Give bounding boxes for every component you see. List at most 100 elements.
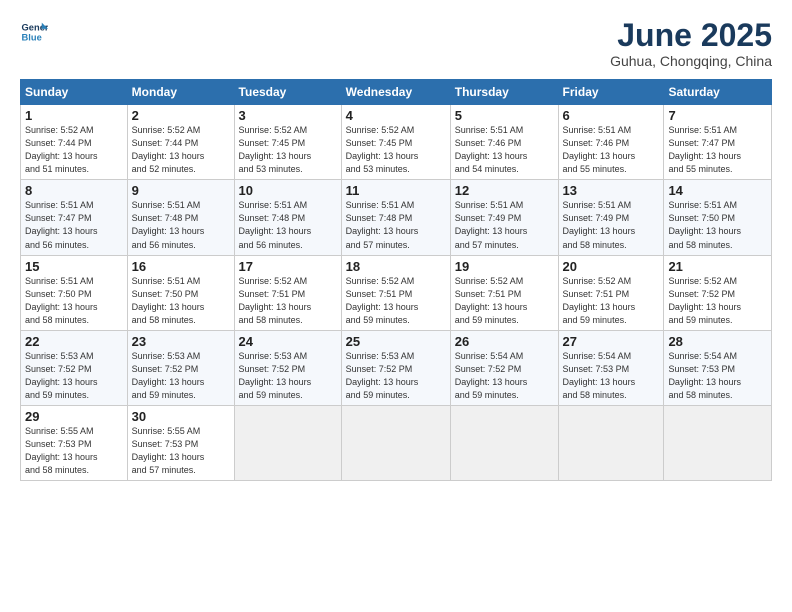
col-header-tuesday: Tuesday: [234, 80, 341, 105]
day-number: 18: [346, 259, 446, 274]
day-number: 29: [25, 409, 123, 424]
col-header-sunday: Sunday: [21, 80, 128, 105]
day-cell: [450, 405, 558, 480]
day-info: Sunrise: 5:51 AM Sunset: 7:48 PM Dayligh…: [239, 199, 337, 251]
day-number: 25: [346, 334, 446, 349]
day-cell: 24Sunrise: 5:53 AM Sunset: 7:52 PM Dayli…: [234, 330, 341, 405]
day-cell: 14Sunrise: 5:51 AM Sunset: 7:50 PM Dayli…: [664, 180, 772, 255]
week-row-3: 15Sunrise: 5:51 AM Sunset: 7:50 PM Dayli…: [21, 255, 772, 330]
day-info: Sunrise: 5:54 AM Sunset: 7:52 PM Dayligh…: [455, 350, 554, 402]
day-info: Sunrise: 5:51 AM Sunset: 7:50 PM Dayligh…: [25, 275, 123, 327]
svg-text:Blue: Blue: [22, 33, 42, 43]
day-cell: 8Sunrise: 5:51 AM Sunset: 7:47 PM Daylig…: [21, 180, 128, 255]
day-cell: [558, 405, 664, 480]
day-info: Sunrise: 5:55 AM Sunset: 7:53 PM Dayligh…: [25, 425, 123, 477]
day-cell: 6Sunrise: 5:51 AM Sunset: 7:46 PM Daylig…: [558, 105, 664, 180]
day-info: Sunrise: 5:52 AM Sunset: 7:51 PM Dayligh…: [455, 275, 554, 327]
day-cell: [234, 405, 341, 480]
day-number: 12: [455, 183, 554, 198]
day-number: 9: [132, 183, 230, 198]
day-cell: 16Sunrise: 5:51 AM Sunset: 7:50 PM Dayli…: [127, 255, 234, 330]
day-cell: 28Sunrise: 5:54 AM Sunset: 7:53 PM Dayli…: [664, 330, 772, 405]
day-cell: 13Sunrise: 5:51 AM Sunset: 7:49 PM Dayli…: [558, 180, 664, 255]
day-number: 27: [563, 334, 660, 349]
week-row-4: 22Sunrise: 5:53 AM Sunset: 7:52 PM Dayli…: [21, 330, 772, 405]
day-number: 14: [668, 183, 767, 198]
day-cell: 4Sunrise: 5:52 AM Sunset: 7:45 PM Daylig…: [341, 105, 450, 180]
day-number: 28: [668, 334, 767, 349]
day-number: 21: [668, 259, 767, 274]
day-cell: 11Sunrise: 5:51 AM Sunset: 7:48 PM Dayli…: [341, 180, 450, 255]
day-cell: 26Sunrise: 5:54 AM Sunset: 7:52 PM Dayli…: [450, 330, 558, 405]
day-number: 4: [346, 108, 446, 123]
day-number: 1: [25, 108, 123, 123]
week-row-2: 8Sunrise: 5:51 AM Sunset: 7:47 PM Daylig…: [21, 180, 772, 255]
day-number: 6: [563, 108, 660, 123]
day-info: Sunrise: 5:52 AM Sunset: 7:45 PM Dayligh…: [346, 124, 446, 176]
day-number: 22: [25, 334, 123, 349]
day-cell: 1Sunrise: 5:52 AM Sunset: 7:44 PM Daylig…: [21, 105, 128, 180]
day-info: Sunrise: 5:51 AM Sunset: 7:50 PM Dayligh…: [668, 199, 767, 251]
day-info: Sunrise: 5:52 AM Sunset: 7:44 PM Dayligh…: [25, 124, 123, 176]
day-number: 3: [239, 108, 337, 123]
day-cell: 5Sunrise: 5:51 AM Sunset: 7:46 PM Daylig…: [450, 105, 558, 180]
day-cell: 15Sunrise: 5:51 AM Sunset: 7:50 PM Dayli…: [21, 255, 128, 330]
day-number: 24: [239, 334, 337, 349]
day-cell: 12Sunrise: 5:51 AM Sunset: 7:49 PM Dayli…: [450, 180, 558, 255]
day-info: Sunrise: 5:51 AM Sunset: 7:49 PM Dayligh…: [563, 199, 660, 251]
calendar-title: June 2025: [610, 18, 772, 53]
day-number: 15: [25, 259, 123, 274]
day-info: Sunrise: 5:51 AM Sunset: 7:48 PM Dayligh…: [346, 199, 446, 251]
day-cell: 18Sunrise: 5:52 AM Sunset: 7:51 PM Dayli…: [341, 255, 450, 330]
day-info: Sunrise: 5:54 AM Sunset: 7:53 PM Dayligh…: [668, 350, 767, 402]
day-number: 5: [455, 108, 554, 123]
day-cell: 23Sunrise: 5:53 AM Sunset: 7:52 PM Dayli…: [127, 330, 234, 405]
day-info: Sunrise: 5:53 AM Sunset: 7:52 PM Dayligh…: [346, 350, 446, 402]
day-number: 8: [25, 183, 123, 198]
logo-icon: General Blue: [20, 18, 48, 46]
day-number: 11: [346, 183, 446, 198]
day-info: Sunrise: 5:53 AM Sunset: 7:52 PM Dayligh…: [25, 350, 123, 402]
day-cell: 9Sunrise: 5:51 AM Sunset: 7:48 PM Daylig…: [127, 180, 234, 255]
day-cell: 25Sunrise: 5:53 AM Sunset: 7:52 PM Dayli…: [341, 330, 450, 405]
day-cell: 17Sunrise: 5:52 AM Sunset: 7:51 PM Dayli…: [234, 255, 341, 330]
day-info: Sunrise: 5:51 AM Sunset: 7:49 PM Dayligh…: [455, 199, 554, 251]
day-cell: 27Sunrise: 5:54 AM Sunset: 7:53 PM Dayli…: [558, 330, 664, 405]
day-info: Sunrise: 5:52 AM Sunset: 7:51 PM Dayligh…: [239, 275, 337, 327]
day-cell: 7Sunrise: 5:51 AM Sunset: 7:47 PM Daylig…: [664, 105, 772, 180]
week-row-5: 29Sunrise: 5:55 AM Sunset: 7:53 PM Dayli…: [21, 405, 772, 480]
day-info: Sunrise: 5:53 AM Sunset: 7:52 PM Dayligh…: [132, 350, 230, 402]
day-number: 16: [132, 259, 230, 274]
day-info: Sunrise: 5:51 AM Sunset: 7:47 PM Dayligh…: [25, 199, 123, 251]
day-cell: 19Sunrise: 5:52 AM Sunset: 7:51 PM Dayli…: [450, 255, 558, 330]
day-info: Sunrise: 5:52 AM Sunset: 7:44 PM Dayligh…: [132, 124, 230, 176]
day-info: Sunrise: 5:51 AM Sunset: 7:46 PM Dayligh…: [455, 124, 554, 176]
calendar-page: General Blue General Blue June 2025 Guhu…: [0, 0, 792, 612]
day-info: Sunrise: 5:52 AM Sunset: 7:45 PM Dayligh…: [239, 124, 337, 176]
day-number: 13: [563, 183, 660, 198]
calendar-table: SundayMondayTuesdayWednesdayThursdayFrid…: [20, 79, 772, 481]
day-number: 20: [563, 259, 660, 274]
logo: General Blue General Blue: [20, 18, 48, 46]
day-number: 26: [455, 334, 554, 349]
day-cell: 29Sunrise: 5:55 AM Sunset: 7:53 PM Dayli…: [21, 405, 128, 480]
day-cell: 20Sunrise: 5:52 AM Sunset: 7:51 PM Dayli…: [558, 255, 664, 330]
day-cell: 3Sunrise: 5:52 AM Sunset: 7:45 PM Daylig…: [234, 105, 341, 180]
day-cell: 2Sunrise: 5:52 AM Sunset: 7:44 PM Daylig…: [127, 105, 234, 180]
col-header-thursday: Thursday: [450, 80, 558, 105]
day-number: 2: [132, 108, 230, 123]
week-row-1: 1Sunrise: 5:52 AM Sunset: 7:44 PM Daylig…: [21, 105, 772, 180]
col-header-friday: Friday: [558, 80, 664, 105]
day-info: Sunrise: 5:51 AM Sunset: 7:50 PM Dayligh…: [132, 275, 230, 327]
day-number: 30: [132, 409, 230, 424]
day-info: Sunrise: 5:51 AM Sunset: 7:46 PM Dayligh…: [563, 124, 660, 176]
header-row: SundayMondayTuesdayWednesdayThursdayFrid…: [21, 80, 772, 105]
day-number: 23: [132, 334, 230, 349]
day-cell: [664, 405, 772, 480]
day-number: 19: [455, 259, 554, 274]
title-block: June 2025 Guhua, Chongqing, China: [610, 18, 772, 69]
col-header-wednesday: Wednesday: [341, 80, 450, 105]
day-cell: 30Sunrise: 5:55 AM Sunset: 7:53 PM Dayli…: [127, 405, 234, 480]
header: General Blue General Blue June 2025 Guhu…: [20, 18, 772, 69]
day-number: 17: [239, 259, 337, 274]
